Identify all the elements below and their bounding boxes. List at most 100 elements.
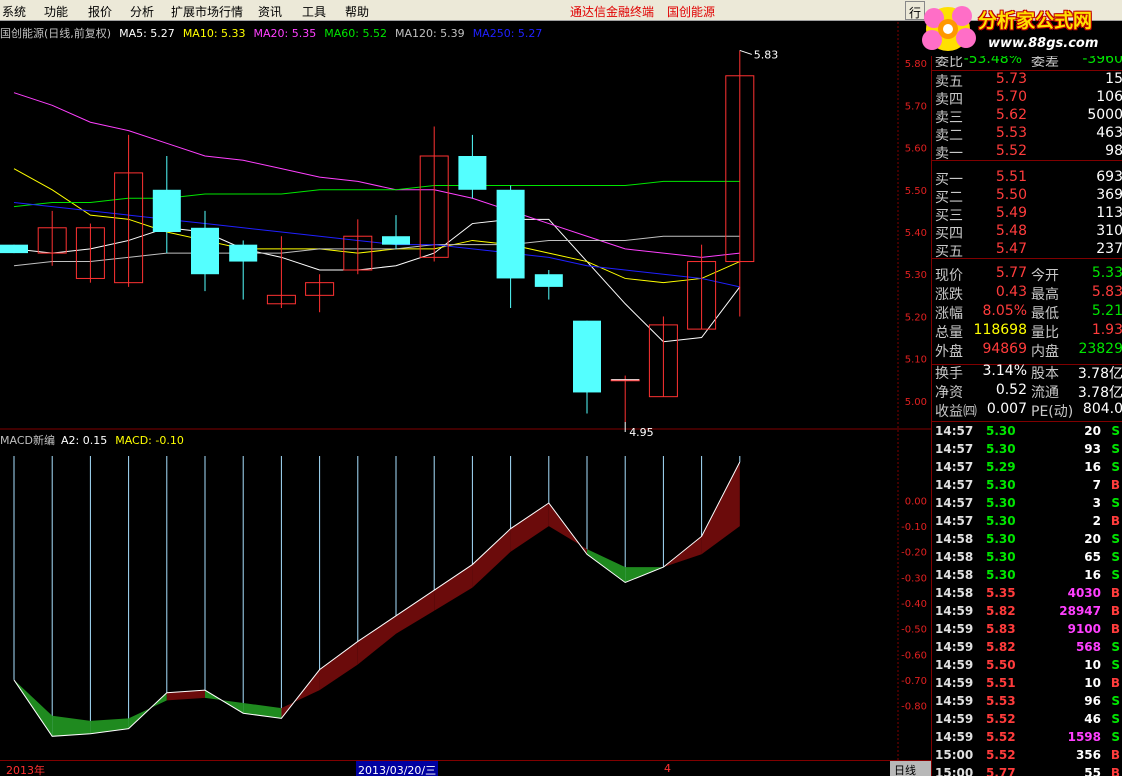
stat-value: 5.77 xyxy=(995,265,1027,281)
macd-tick-label: 0.00 xyxy=(905,496,927,507)
tick-price: 5.30 xyxy=(986,568,1016,582)
fundamental-key: 收益㈣ xyxy=(935,404,977,420)
buy-order-price: 5.51 xyxy=(995,169,1027,185)
tick-row[interactable]: 14:58 5.35 4030 B xyxy=(932,584,1122,602)
tick-row[interactable]: 14:59 5.83 9100 B xyxy=(932,620,1122,638)
axis-year-label: 2013年 xyxy=(6,764,45,776)
tick-volume: 10 xyxy=(1084,658,1101,672)
tick-row[interactable]: 14:59 5.52 1598 S xyxy=(932,728,1122,746)
macd-tick-label: -0.80 xyxy=(901,702,927,713)
tick-volume: 10 xyxy=(1084,676,1101,690)
order-diff-value: -3960 xyxy=(1082,56,1122,67)
menu-tools[interactable]: 工具 xyxy=(302,3,326,20)
tick-time: 14:58 xyxy=(935,568,974,582)
fundamental-key-2: PE(动) xyxy=(1031,404,1074,420)
sell-order-row[interactable]: 卖四 5.70 106 xyxy=(932,89,1122,108)
tick-row[interactable]: 14:58 5.30 16 S xyxy=(932,566,1122,584)
tick-row[interactable]: 14:58 5.30 20 S xyxy=(932,530,1122,548)
tick-volume: 1598 xyxy=(1067,730,1101,744)
buy-order-volume: 693 xyxy=(1096,169,1122,185)
sell-order-row[interactable]: 卖二 5.53 463 xyxy=(932,125,1122,144)
stat-key-2: 今开 xyxy=(1031,268,1059,284)
menu-function[interactable]: 功能 xyxy=(44,3,68,20)
macd-legend: MACD新编 A2: 0.15 MACD: -0.10 xyxy=(0,432,184,447)
tick-row[interactable]: 15:00 5.77 55 B xyxy=(932,764,1122,776)
fundamental-key: 净资 xyxy=(935,385,963,401)
ma-line-ma250 xyxy=(13,201,740,288)
stat-value-2: 23829 xyxy=(1078,341,1122,357)
tick-row[interactable]: 14:58 5.30 65 S xyxy=(932,548,1122,566)
candle-body xyxy=(229,244,258,262)
ma-line-ma20 xyxy=(13,92,740,258)
macd-band xyxy=(510,503,549,552)
buy-order-volume: 310 xyxy=(1096,223,1122,239)
stat-row: 涨跌 0.43 最高 5.83 xyxy=(932,284,1122,303)
tick-row[interactable]: 14:57 5.30 3 S xyxy=(932,494,1122,512)
fundamental-value-2: 3.78亿 xyxy=(1077,366,1122,382)
candle-body xyxy=(496,189,525,279)
tick-row[interactable]: 14:59 5.53 96 S xyxy=(932,692,1122,710)
tick-side: S xyxy=(1111,550,1120,564)
tick-row[interactable]: 15:00 5.52 356 B xyxy=(932,746,1122,764)
tick-row[interactable]: 14:59 5.52 46 S xyxy=(932,710,1122,728)
sell-order-row[interactable]: 卖一 5.52 98 xyxy=(932,143,1122,162)
candlestick-chart[interactable]: 5.80 5.70 5.60 5.50 5.40 5.30 5.20 5.10 5.00 0.00… xyxy=(0,22,931,760)
ma20-label: MA20: 5.35 xyxy=(253,27,317,40)
tick-row[interactable]: 14:57 5.29 16 S xyxy=(932,458,1122,476)
menu-extended-market[interactable]: 扩展市场行情 xyxy=(171,3,243,20)
price-tick-label: 5.60 xyxy=(905,144,927,155)
buy-order-row[interactable]: 买四 5.48 310 xyxy=(932,223,1122,242)
menu-analysis[interactable]: 分析 xyxy=(130,3,154,20)
ma-legend: 国创能源(日线,前复权) MA5: 5.27 MA10: 5.33 MA20: 5.3… xyxy=(0,25,550,40)
tick-volume: 3 xyxy=(1092,496,1101,510)
sell-order-row[interactable]: 卖五 5.73 15 xyxy=(932,71,1122,90)
promo-stock[interactable]: 国创能源 xyxy=(667,3,715,20)
tick-row[interactable]: 14:59 5.50 10 S xyxy=(932,656,1122,674)
tick-price: 5.30 xyxy=(986,514,1016,528)
tick-side: B xyxy=(1110,604,1120,618)
sell-order-row[interactable]: 卖三 5.62 5000 xyxy=(932,107,1122,126)
price-tick-label: 5.70 xyxy=(905,101,927,112)
menu-system[interactable]: 系统 xyxy=(2,3,26,20)
sell-order-price: 5.62 xyxy=(995,107,1027,123)
ma120-label: MA120: 5.39 xyxy=(394,27,465,40)
macd-tick-label: -0.70 xyxy=(901,676,927,687)
tick-time: 14:59 xyxy=(935,730,974,744)
fundamental-key: 换手 xyxy=(935,366,963,382)
tick-row[interactable]: 14:57 5.30 20 S xyxy=(932,422,1122,440)
buy-order-row[interactable]: 买二 5.50 369 xyxy=(932,187,1122,206)
buy-order-row[interactable]: 买三 5.49 113 xyxy=(932,205,1122,224)
tick-row[interactable]: 14:57 5.30 2 B xyxy=(932,512,1122,530)
buy-order-row[interactable]: 买一 5.51 693 xyxy=(932,169,1122,188)
stat-key: 外盘 xyxy=(935,344,963,360)
tick-price: 5.30 xyxy=(986,532,1016,546)
tick-row[interactable]: 14:59 5.82 28947 B xyxy=(932,602,1122,620)
period-button[interactable]: 日线 xyxy=(890,761,931,776)
menu-quote[interactable]: 报价 xyxy=(88,3,112,20)
order-ratio-value: -53.48% xyxy=(963,56,1022,67)
time-axis[interactable]: 2013年 2013/03/20/三 4 日线 xyxy=(0,760,931,776)
tick-side: S xyxy=(1111,496,1120,510)
menu-help[interactable]: 帮助 xyxy=(345,3,369,20)
buy-order-row[interactable]: 买五 5.47 237 xyxy=(932,241,1122,260)
tick-row[interactable]: 14:59 5.82 568 S xyxy=(932,638,1122,656)
promo-terminal[interactable]: 通达信金融终端 xyxy=(570,3,654,20)
tick-row[interactable]: 14:57 5.30 93 S xyxy=(932,440,1122,458)
tick-time: 14:57 xyxy=(935,424,974,438)
chart-area[interactable]: 5.80 5.70 5.60 5.50 5.40 5.30 5.20 5.10 5.00 0.00… xyxy=(0,22,931,760)
stat-value: 0.43 xyxy=(995,284,1027,300)
buy-order-level: 买二 xyxy=(935,190,963,206)
tick-row[interactable]: 14:59 5.51 10 B xyxy=(932,674,1122,692)
menu-news[interactable]: 资讯 xyxy=(258,3,282,20)
tick-volume: 568 xyxy=(1075,640,1101,654)
tick-price: 5.83 xyxy=(986,622,1016,636)
tick-price: 5.35 xyxy=(986,586,1016,600)
tick-row[interactable]: 14:57 5.30 7 B xyxy=(932,476,1122,494)
fundamental-row: 收益㈣ 0.007 PE(动) 804.0 xyxy=(932,401,1122,420)
macd-tick-label: -0.10 xyxy=(901,522,927,533)
tick-price: 5.30 xyxy=(986,478,1016,492)
sell-order-volume: 5000 xyxy=(1087,107,1122,123)
sell-order-price: 5.53 xyxy=(995,125,1027,141)
macd-tick-label: -0.20 xyxy=(901,548,927,559)
tick-side: S xyxy=(1111,568,1120,582)
